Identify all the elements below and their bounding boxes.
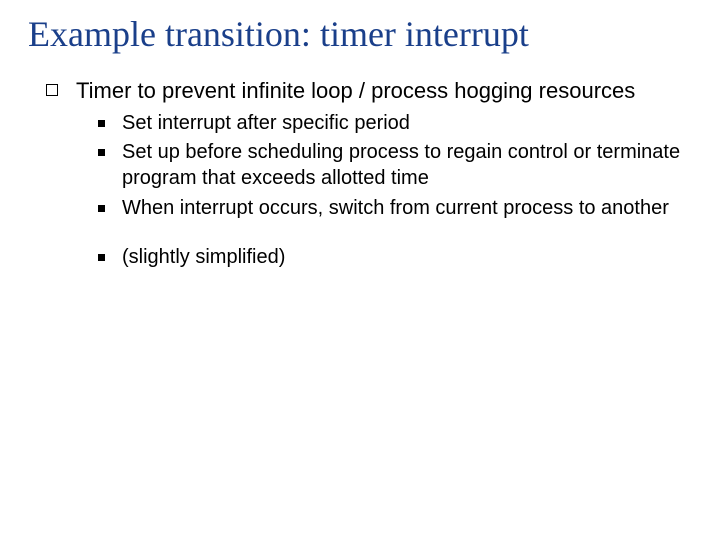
list-item: Timer to prevent infinite loop / process… (46, 77, 692, 270)
bullet-text: Set interrupt after specific period (122, 112, 410, 134)
list-item: When interrupt occurs, switch from curre… (98, 196, 692, 222)
list-item: Set up before scheduling process to rega… (98, 140, 692, 191)
slide-title: Example transition: timer interrupt (28, 14, 692, 55)
slide: Example transition: timer interrupt Time… (0, 0, 720, 540)
bullet-text: Set up before scheduling process to rega… (122, 141, 680, 189)
bullet-text: (slightly simplified) (122, 246, 285, 268)
bullet-list-level1: Timer to prevent infinite loop / process… (46, 77, 692, 270)
bullet-text: When interrupt occurs, switch from curre… (122, 197, 669, 219)
list-item: (slightly simplified) (98, 245, 692, 271)
list-item: Set interrupt after specific period (98, 111, 692, 137)
bullet-text: Timer to prevent infinite loop / process… (76, 78, 635, 103)
bullet-list-level2: Set interrupt after specific period Set … (98, 111, 692, 271)
